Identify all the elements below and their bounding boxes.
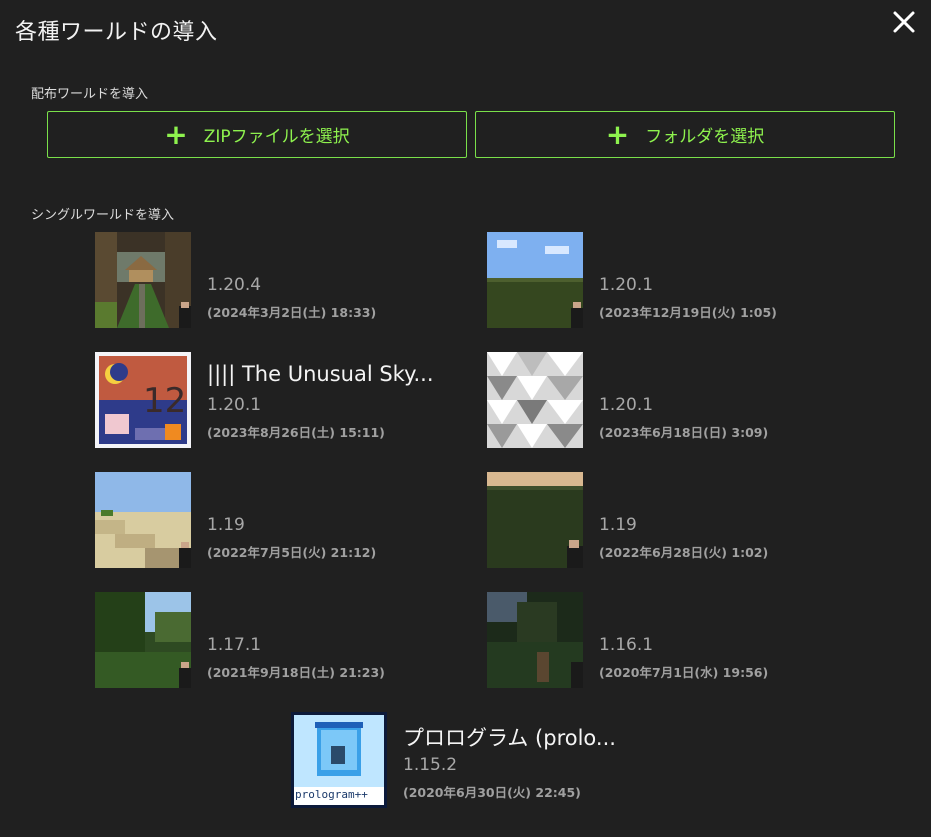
world-thumbnail: 12 <box>95 352 191 448</box>
world-thumbnail <box>95 232 191 328</box>
world-thumbnail <box>95 592 191 688</box>
world-item[interactable]: 1.19 (2022年7月5日(火) 21:12) <box>95 472 495 568</box>
world-date: (2024年3月2日(土) 18:33) <box>207 305 377 320</box>
plus-icon: + <box>605 117 630 151</box>
world-date: (2023年6月18日(日) 3:09) <box>599 425 769 440</box>
world-version: 1.19 <box>207 515 245 535</box>
world-version: 1.15.2 <box>403 755 458 775</box>
world-thumbnail: prologram++ <box>291 712 387 808</box>
select-folder-button[interactable]: + フォルダを選択 <box>475 111 895 158</box>
select-zip-label: ZIPファイルを選択 <box>203 127 350 147</box>
world-name: プロログラム (prolo... <box>403 726 616 750</box>
world-name: |||| The Unusual Sky... <box>207 362 434 386</box>
thumbnail-caption: prologram++ <box>295 788 368 801</box>
world-import-dialog: 各種ワールドの導入 配布ワールドを導入 + ZIPファイルを選択 + フォルダを… <box>0 0 931 837</box>
world-version: 1.16.1 <box>599 635 654 655</box>
single-section-label: シングルワールドを導入 <box>31 208 175 223</box>
world-version: 1.20.1 <box>599 275 654 295</box>
world-version: 1.19 <box>599 515 637 535</box>
world-item[interactable]: 1.20.1 (2023年12月19日(火) 1:05) <box>487 232 887 328</box>
world-thumbnail <box>487 472 583 568</box>
world-item[interactable]: 1.16.1 (2020年7月1日(水) 19:56) <box>487 592 887 688</box>
world-item[interactable]: 1.19 (2022年6月28日(火) 1:02) <box>487 472 887 568</box>
world-item[interactable]: 1.20.4 (2024年3月2日(土) 18:33) <box>95 232 495 328</box>
world-date: (2023年12月19日(火) 1:05) <box>599 305 777 320</box>
world-item[interactable]: 1.17.1 (2021年9月18日(土) 21:23) <box>95 592 495 688</box>
world-item[interactable]: prologram++ プロログラム (prolo... 1.15.2 (202… <box>291 712 691 808</box>
world-item[interactable]: 12 |||| The Unusual Sky... 1.20.1 (2023年… <box>95 352 495 448</box>
close-icon[interactable] <box>890 8 918 36</box>
select-zip-button[interactable]: + ZIPファイルを選択 <box>47 111 467 158</box>
world-version: 1.20.1 <box>599 395 654 415</box>
world-date: (2022年6月28日(火) 1:02) <box>599 545 769 560</box>
select-folder-label: フォルダを選択 <box>645 127 765 147</box>
world-thumbnail <box>487 592 583 688</box>
world-thumbnail <box>487 232 583 328</box>
world-version: 1.20.1 <box>207 395 262 415</box>
world-date: (2023年8月26日(土) 15:11) <box>207 425 385 440</box>
world-version: 1.20.4 <box>207 275 262 295</box>
dialog-title: 各種ワールドの導入 <box>15 20 218 45</box>
world-date: (2021年9月18日(土) 21:23) <box>207 665 385 680</box>
world-date: (2020年6月30日(火) 22:45) <box>403 785 581 800</box>
svg-text:12: 12 <box>143 381 186 421</box>
world-date: (2022年7月5日(火) 21:12) <box>207 545 377 560</box>
world-version: 1.17.1 <box>207 635 262 655</box>
distribution-section-label: 配布ワールドを導入 <box>31 87 149 102</box>
world-item[interactable]: 1.20.1 (2023年6月18日(日) 3:09) <box>487 352 887 448</box>
plus-icon: + <box>164 117 188 151</box>
world-thumbnail <box>95 472 191 568</box>
world-thumbnail <box>487 352 583 448</box>
world-date: (2020年7月1日(水) 19:56) <box>599 665 769 680</box>
